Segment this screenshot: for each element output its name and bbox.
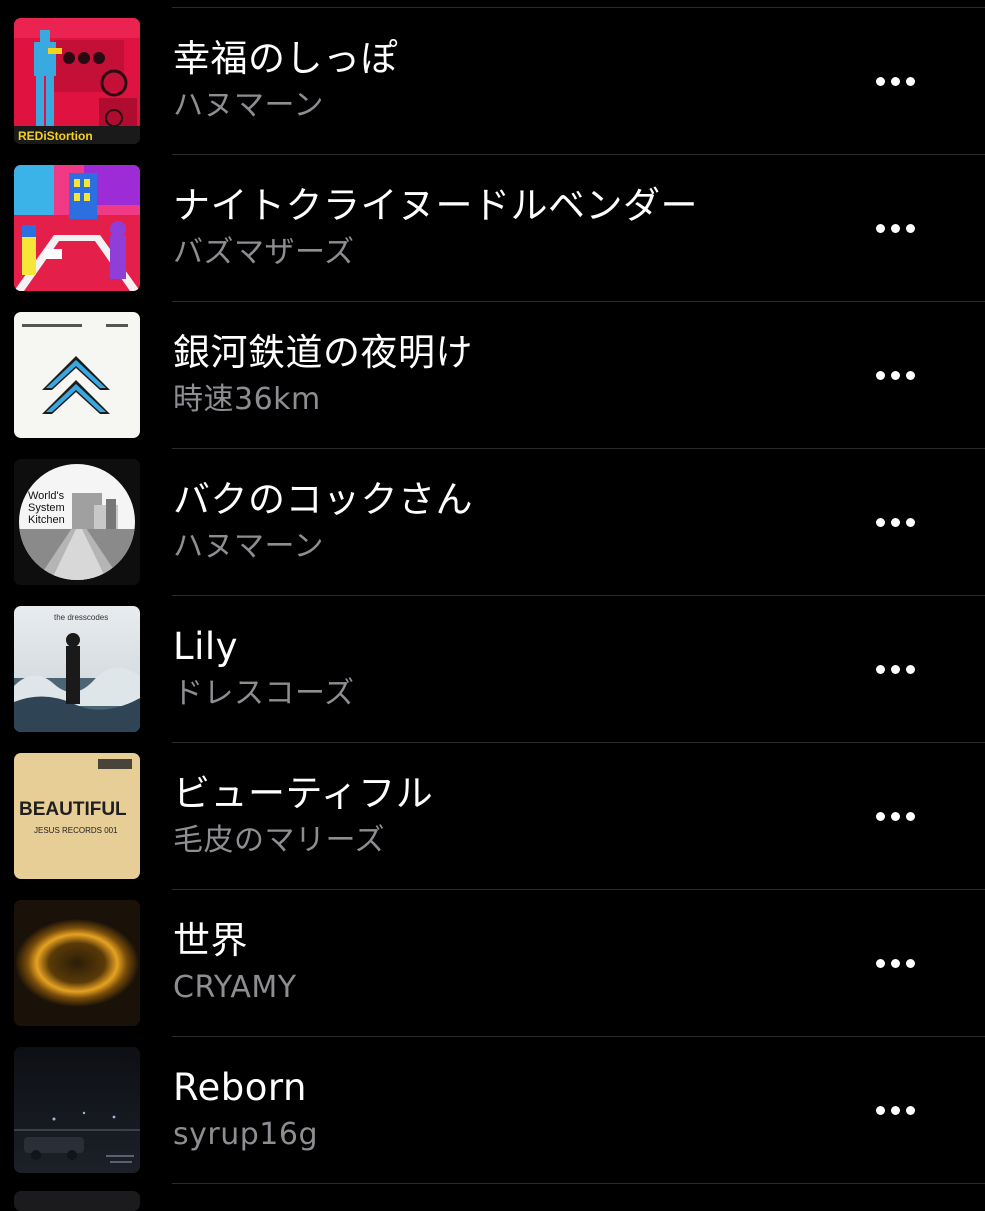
album-artwork xyxy=(14,900,140,1026)
artwork-text: BEAUTIFUL xyxy=(19,799,127,820)
song-list: REDiStortion 幸福のしっぽ ハヌマーン ナイトクライヌードルベンダー… xyxy=(0,8,985,1184)
song-title: 世界 xyxy=(173,919,248,962)
ellipsis-icon[interactable] xyxy=(866,500,926,544)
song-row[interactable]: 世界 CRYAMY xyxy=(0,890,985,1037)
ellipsis-icon[interactable] xyxy=(866,794,926,838)
song-title: バクのコックさん xyxy=(173,478,473,521)
svg-text:System: System xyxy=(28,502,65,514)
song-row[interactable]: Reborn syrup16g xyxy=(0,1037,985,1184)
song-row[interactable]: BEAUTIFUL JESUS RECORDS 001 ビューティフル 毛皮のマ… xyxy=(0,743,985,890)
album-artwork: World's System Kitchen xyxy=(14,459,140,585)
ellipsis-icon[interactable] xyxy=(866,353,926,397)
song-row[interactable]: 銀河鉄道の夜明け 時速36km xyxy=(0,302,985,449)
song-artist: ハヌマーン xyxy=(173,88,324,123)
artwork-text: World's xyxy=(28,490,65,502)
row-divider xyxy=(172,1183,985,1184)
ellipsis-icon[interactable] xyxy=(866,647,926,691)
song-title: ナイトクライヌードルベンダー xyxy=(173,184,698,227)
song-row[interactable]: World's System Kitchen バクのコックさん ハヌマーン xyxy=(0,449,985,596)
album-artwork-partial xyxy=(14,1191,140,1211)
artwork-text: REDiStortion xyxy=(18,129,93,143)
song-artist: 毛皮のマリーズ xyxy=(173,823,385,858)
album-artwork: the dresscodes xyxy=(14,606,140,732)
ellipsis-icon[interactable] xyxy=(866,1088,926,1132)
song-artist: ハヌマーン xyxy=(173,529,324,564)
ellipsis-icon[interactable] xyxy=(866,59,926,103)
song-title: ビューティフル xyxy=(173,772,434,815)
song-row[interactable]: REDiStortion 幸福のしっぽ ハヌマーン xyxy=(0,8,985,155)
song-artist: 時速36km xyxy=(173,382,321,417)
song-artist: syrup16g xyxy=(173,1117,318,1152)
song-title: 銀河鉄道の夜明け xyxy=(173,331,473,374)
song-title: Lily xyxy=(173,625,239,668)
song-row[interactable]: the dresscodes Lily ドレスコーズ xyxy=(0,596,985,743)
svg-text:Kitchen: Kitchen xyxy=(28,514,65,526)
ellipsis-icon[interactable] xyxy=(866,206,926,250)
song-artist: バズマザーズ xyxy=(173,235,355,270)
album-artwork xyxy=(14,165,140,291)
song-artist: CRYAMY xyxy=(173,970,297,1005)
song-artist: ドレスコーズ xyxy=(173,676,355,711)
album-artwork: REDiStortion xyxy=(14,18,140,144)
artwork-text: the dresscodes xyxy=(54,613,108,622)
artwork-subtext: JESUS RECORDS 001 xyxy=(34,826,118,835)
album-artwork xyxy=(14,312,140,438)
album-artwork: BEAUTIFUL JESUS RECORDS 001 xyxy=(14,753,140,879)
ellipsis-icon[interactable] xyxy=(866,941,926,985)
song-title: 幸福のしっぽ xyxy=(173,37,398,80)
album-artwork xyxy=(14,1047,140,1173)
song-row[interactable]: ナイトクライヌードルベンダー バズマザーズ xyxy=(0,155,985,302)
song-title: Reborn xyxy=(173,1066,307,1109)
